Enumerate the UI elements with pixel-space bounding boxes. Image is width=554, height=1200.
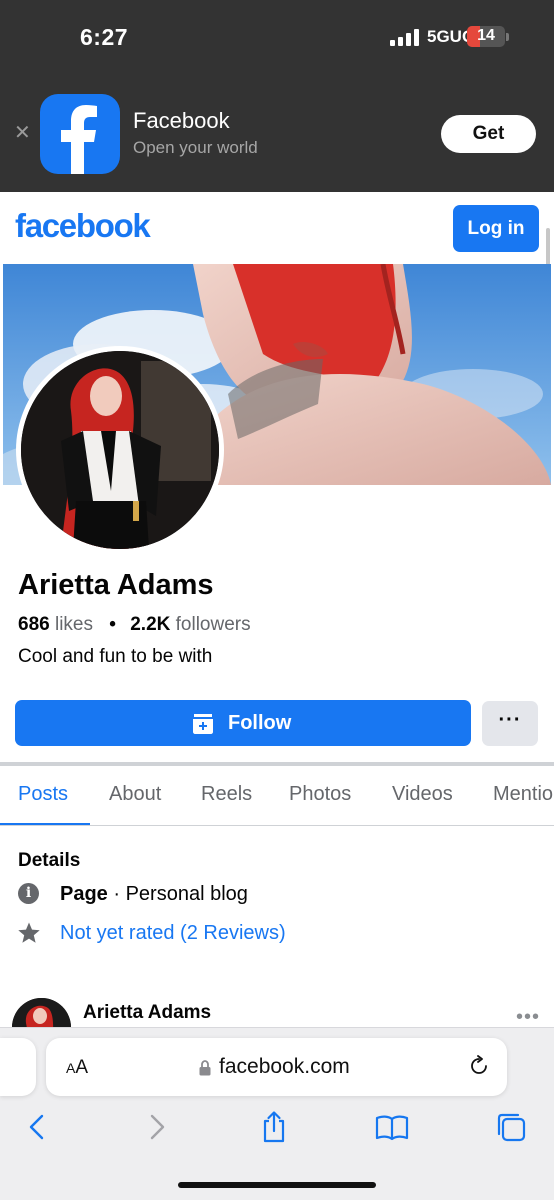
url-text: facebook.com <box>219 1055 350 1078</box>
previous-tab-preview[interactable] <box>0 1038 36 1096</box>
forward-icon[interactable] <box>140 1110 174 1144</box>
follow-page-icon <box>193 714 213 734</box>
tabs-icon[interactable] <box>494 1110 528 1144</box>
page-stats: 686 likes • 2.2K followers <box>18 614 251 636</box>
likes-label: likes <box>54 614 93 635</box>
close-icon[interactable]: ✕ <box>14 120 31 145</box>
banner-app-name: Facebook <box>133 108 230 133</box>
facebook-header: facebook Log in <box>0 192 554 264</box>
details-heading: Details <box>18 850 81 871</box>
share-icon[interactable] <box>257 1110 291 1144</box>
address-bar[interactable]: AA facebook.com <box>46 1038 507 1096</box>
post-author-name[interactable]: Arietta Adams <box>83 1002 211 1024</box>
banner-app-tagline: Open your world <box>133 138 258 157</box>
reader-options-button[interactable]: AA <box>66 1057 88 1079</box>
home-indicator[interactable] <box>178 1182 376 1188</box>
page-name: Arietta Adams <box>18 569 214 601</box>
get-app-button[interactable]: Get <box>441 115 536 153</box>
aa-small-letter: A <box>66 1060 76 1076</box>
page-category-separator: · <box>107 883 126 905</box>
stats-separator: • <box>109 614 116 635</box>
tab-posts[interactable]: Posts <box>18 783 68 806</box>
likes-count: 686 <box>18 614 50 635</box>
facebook-logo[interactable]: facebook <box>15 207 151 245</box>
battery-nub <box>506 33 509 41</box>
info-icon: i <box>18 883 39 904</box>
facebook-f-icon[interactable] <box>40 94 120 174</box>
follow-button[interactable]: Follow <box>15 700 471 746</box>
page-category: Page · Personal blog <box>60 883 248 906</box>
battery-percent: 14 <box>477 27 495 44</box>
follow-label: Follow <box>228 712 292 734</box>
reviews-link[interactable]: Not yet rated (2 Reviews) <box>60 922 286 945</box>
star-icon <box>18 922 40 943</box>
status-time: 6:27 <box>80 24 129 50</box>
profile-picture[interactable] <box>21 351 219 549</box>
active-tab-indicator <box>0 823 90 825</box>
status-bar: 6:27 5GUC 14 <box>0 0 554 76</box>
more-options-button[interactable]: ··· <box>482 701 538 746</box>
tab-videos[interactable]: Videos <box>392 783 453 806</box>
battery-icon: 14 <box>467 26 505 47</box>
tab-photos[interactable]: Photos <box>289 783 351 806</box>
followers-count: 2.2K <box>130 614 171 635</box>
tab-mentions[interactable]: Mentions <box>493 783 554 806</box>
bookmarks-icon[interactable] <box>375 1110 409 1144</box>
followers-label: followers <box>175 614 251 635</box>
cellular-signal-icon <box>390 29 420 46</box>
page-category-prefix: Page <box>60 883 108 905</box>
lock-icon <box>199 1060 211 1076</box>
back-icon[interactable] <box>20 1110 54 1144</box>
profile-tabs: Posts About Reels Photos Videos Mentions <box>0 766 554 826</box>
post-more-options[interactable]: ••• <box>516 1006 540 1029</box>
reload-icon[interactable] <box>468 1055 490 1077</box>
app-install-banner: ✕ Facebook Open your world Get <box>0 76 554 192</box>
page-bio: Cool and fun to be with <box>18 646 213 667</box>
login-button[interactable]: Log in <box>453 205 539 252</box>
page-category-value: Personal blog <box>125 883 248 905</box>
aa-large-letter: A <box>75 1057 89 1078</box>
tab-about[interactable]: About <box>109 783 161 806</box>
tab-reels[interactable]: Reels <box>201 783 252 806</box>
